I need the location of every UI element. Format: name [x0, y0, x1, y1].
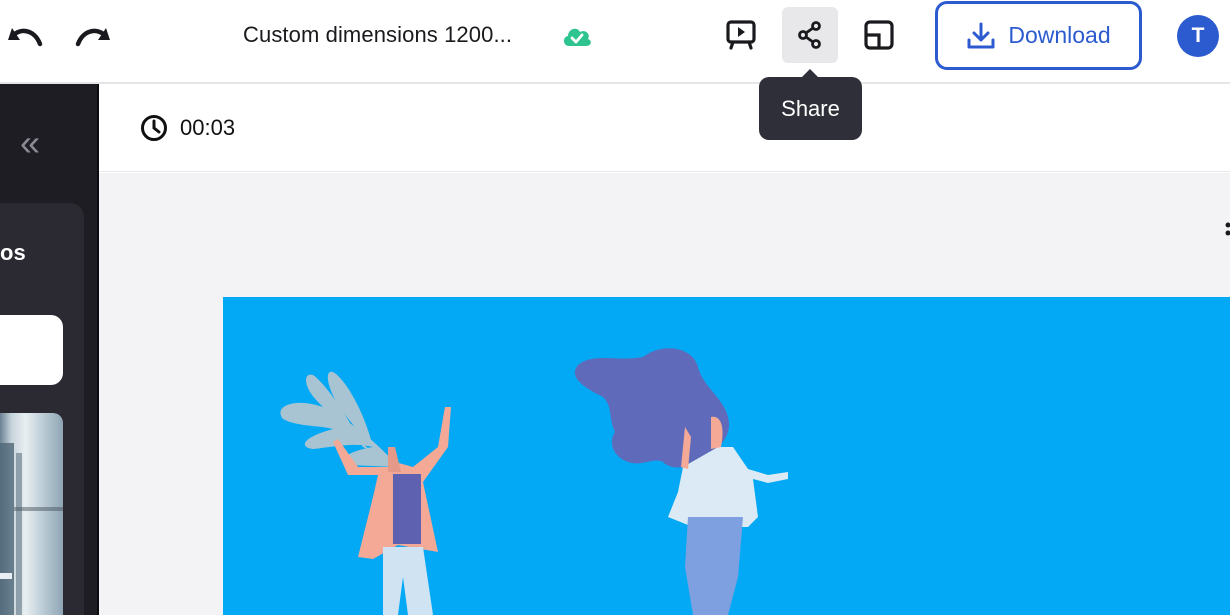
thumbnail-image: [0, 443, 63, 615]
collapse-panel-button[interactable]: «: [20, 124, 52, 162]
cloud-check-icon: [563, 28, 591, 46]
design-slide[interactable]: [223, 297, 1230, 615]
dancing-people-illustration: [280, 348, 788, 615]
clock-icon: [141, 115, 167, 141]
undo-button[interactable]: [2, 20, 46, 54]
download-button[interactable]: Download: [935, 1, 1142, 70]
present-button[interactable]: [718, 8, 764, 62]
user-avatar[interactable]: T: [1177, 15, 1219, 57]
redo-icon: [75, 28, 110, 47]
share-button[interactable]: [782, 7, 838, 63]
panel-title: os: [0, 240, 26, 265]
media-thumbnail[interactable]: [0, 413, 63, 615]
panel-search-input[interactable]: [0, 315, 63, 385]
more-options-icon[interactable]: [1224, 220, 1230, 242]
duration-value: 00:03: [180, 115, 236, 140]
present-icon: [726, 20, 756, 50]
tooltip-label: Share: [781, 95, 840, 121]
download-icon: [967, 22, 995, 48]
redo-button[interactable]: [72, 20, 116, 54]
download-label: Download: [1008, 22, 1111, 48]
duration-display[interactable]: 00:03: [140, 114, 235, 142]
share-tooltip: Share: [759, 69, 862, 140]
resize-button[interactable]: [854, 8, 904, 62]
share-icon: [798, 21, 821, 49]
document-title[interactable]: Custom dimensions 1200...: [243, 22, 512, 48]
top-toolbar: Custom dimensions 1200... Download T: [0, 0, 1230, 84]
undo-icon: [8, 28, 43, 47]
timeline-bar: [99, 86, 1230, 172]
resize-icon: [864, 20, 894, 50]
double-chevron-left-icon: «: [20, 122, 41, 163]
right-figure-hair: [574, 348, 729, 468]
